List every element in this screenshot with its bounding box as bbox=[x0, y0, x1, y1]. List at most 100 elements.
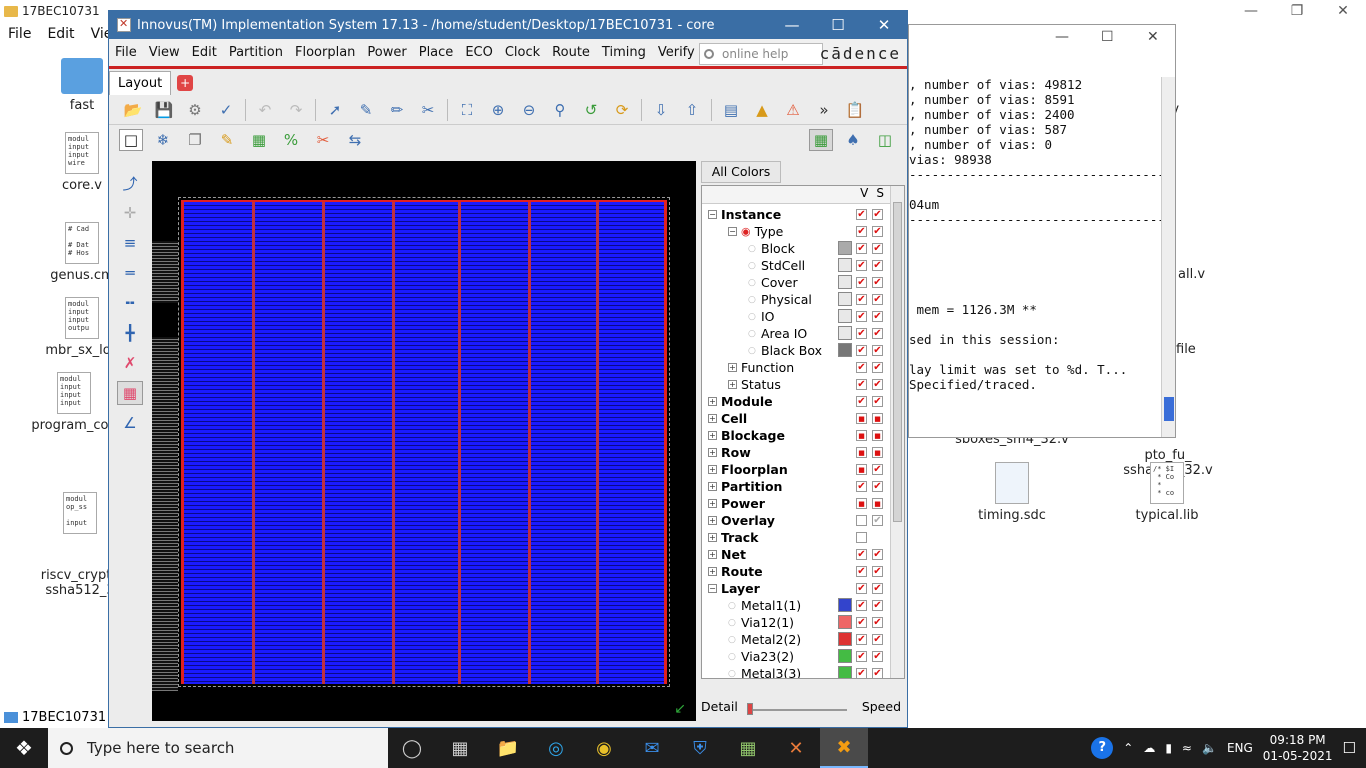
visible-checkbox[interactable] bbox=[856, 515, 867, 526]
close-icon[interactable]: ✕ bbox=[861, 11, 907, 39]
tree-row-layer[interactable]: − Layer ✔ ✔ bbox=[702, 580, 888, 597]
percent-icon[interactable]: % bbox=[279, 129, 303, 151]
visible-checkbox[interactable]: ✔ bbox=[856, 600, 867, 611]
clock[interactable]: 09:18 PM 01-05-2021 bbox=[1263, 732, 1333, 764]
radio-icon[interactable]: ○ bbox=[748, 346, 761, 356]
menu-partition[interactable]: Partition bbox=[223, 45, 289, 60]
visible-checkbox[interactable]: ✔ bbox=[856, 328, 867, 339]
tree-row-module[interactable]: + Module ✔ ✔ bbox=[702, 393, 888, 410]
measure-icon[interactable]: ∠ bbox=[117, 411, 143, 435]
menu-timing[interactable]: Timing bbox=[596, 45, 652, 60]
minimize-icon[interactable]: — bbox=[1228, 0, 1274, 22]
color-swatch[interactable] bbox=[838, 309, 852, 323]
color-palette-icon[interactable]: ▦ bbox=[809, 129, 833, 151]
visible-checkbox[interactable]: ■ bbox=[856, 430, 867, 441]
selectable-checkbox[interactable]: ✔ bbox=[872, 515, 883, 526]
cut-wire-icon[interactable]: ✗ bbox=[117, 351, 143, 375]
columns-icon[interactable]: ◫ bbox=[873, 129, 897, 151]
security-icon[interactable]: ⛨ bbox=[676, 728, 724, 768]
tree-row-io[interactable]: ○ IO ✔ ✔ bbox=[702, 308, 888, 325]
tree-row-status[interactable]: + Status ✔ ✔ bbox=[702, 376, 888, 393]
tree-row-overlay[interactable]: + Overlay ✔ bbox=[702, 512, 888, 529]
log-titlebar[interactable]: — ☐ ✕ bbox=[909, 25, 1175, 51]
expand-icon[interactable]: + bbox=[708, 414, 717, 423]
layout-view-icon[interactable]: ▤ bbox=[719, 99, 743, 121]
color-swatch[interactable] bbox=[838, 598, 852, 612]
expand-icon[interactable]: + bbox=[708, 533, 717, 542]
cut-icon[interactable]: ✂ bbox=[311, 129, 335, 151]
stretch-icon[interactable]: ⇆ bbox=[343, 129, 367, 151]
visible-checkbox[interactable]: ✔ bbox=[856, 277, 867, 288]
color-swatch[interactable] bbox=[838, 666, 852, 678]
color-swatch[interactable] bbox=[838, 649, 852, 663]
visible-checkbox[interactable]: ■ bbox=[856, 498, 867, 509]
scroll-thumb[interactable] bbox=[1164, 397, 1174, 421]
menu-power[interactable]: Power bbox=[361, 45, 412, 60]
visible-checkbox[interactable]: ✔ bbox=[856, 617, 867, 628]
route-tool-icon[interactable]: ✏ bbox=[385, 99, 409, 121]
menu-view[interactable]: View bbox=[143, 45, 186, 60]
tree-row-metal1-1-[interactable]: ○ Metal1(1) ✔ ✔ bbox=[702, 597, 888, 614]
crosshair-icon[interactable]: ✛ bbox=[117, 201, 143, 225]
wifi-icon[interactable]: ≈ bbox=[1182, 741, 1192, 755]
menu-edit[interactable]: Edit bbox=[186, 45, 223, 60]
detail-speed-slider[interactable] bbox=[747, 703, 847, 715]
spacing-icon[interactable]: ╋ bbox=[117, 321, 143, 345]
windows-start-icon[interactable]: ❖ bbox=[0, 728, 48, 768]
selectable-checkbox[interactable]: ✔ bbox=[872, 328, 883, 339]
file-icon-typical[interactable]: /* $I * Co * * co typical.lib bbox=[1117, 462, 1217, 523]
expand-icon[interactable]: + bbox=[708, 516, 717, 525]
visible-checkbox[interactable]: ✔ bbox=[856, 209, 867, 220]
color-swatch[interactable] bbox=[838, 292, 852, 306]
zoom-area-icon[interactable]: ⚲ bbox=[548, 99, 572, 121]
x-server-icon[interactable]: ✖ bbox=[820, 728, 868, 768]
move-up-icon[interactable]: ⇧ bbox=[680, 99, 704, 121]
selectable-checkbox[interactable]: ✔ bbox=[872, 481, 883, 492]
wire-edit-icon[interactable]: ⤴ bbox=[117, 171, 143, 195]
tree-row-area-io[interactable]: ○ Area IO ✔ ✔ bbox=[702, 325, 888, 342]
tree-row-power[interactable]: + Power ■ ■ bbox=[702, 495, 888, 512]
save-icon[interactable]: 💾 bbox=[152, 99, 176, 121]
selectable-checkbox[interactable]: ✔ bbox=[872, 226, 883, 237]
delete-tool-icon[interactable]: ✂ bbox=[416, 99, 440, 121]
radio-icon[interactable]: ○ bbox=[748, 312, 761, 322]
mail-icon[interactable]: ✉ bbox=[628, 728, 676, 768]
cloud-icon[interactable]: ☁ bbox=[1143, 741, 1155, 755]
menu-clock[interactable]: Clock bbox=[499, 45, 546, 60]
all-colors-button[interactable]: All Colors bbox=[701, 161, 781, 183]
visible-checkbox[interactable]: ✔ bbox=[856, 583, 867, 594]
menu-file[interactable]: File bbox=[0, 24, 39, 44]
visible-checkbox[interactable]: ✔ bbox=[856, 243, 867, 254]
expand-icon[interactable]: + bbox=[708, 431, 717, 440]
tab-layout[interactable]: Layout bbox=[109, 71, 172, 95]
visible-checkbox[interactable]: ✔ bbox=[856, 481, 867, 492]
close-icon[interactable]: ✕ bbox=[1147, 29, 1159, 45]
log-scrollbar[interactable] bbox=[1161, 77, 1175, 437]
tree-row-track[interactable]: + Track bbox=[702, 529, 888, 546]
ruler-icon[interactable]: ✎ bbox=[215, 129, 239, 151]
minimize-icon[interactable]: — bbox=[1055, 29, 1069, 45]
tree-row-via12-1-[interactable]: ○ Via12(1) ✔ ✔ bbox=[702, 614, 888, 631]
color-swatch[interactable] bbox=[838, 258, 852, 272]
selectable-checkbox[interactable]: ■ bbox=[872, 447, 883, 458]
group-icon[interactable]: ♠ bbox=[841, 129, 865, 151]
copy-icon[interactable]: ❐ bbox=[183, 129, 207, 151]
selectable-checkbox[interactable]: ✔ bbox=[872, 260, 883, 271]
tree-row-instance[interactable]: − Instance ✔ ✔ bbox=[702, 206, 888, 223]
selectable-checkbox[interactable]: ✔ bbox=[872, 345, 883, 356]
visible-checkbox[interactable] bbox=[856, 532, 867, 543]
selectable-checkbox[interactable]: ✔ bbox=[872, 294, 883, 305]
selectable-checkbox[interactable]: ■ bbox=[872, 413, 883, 424]
tree-row-net[interactable]: + Net ✔ ✔ bbox=[702, 546, 888, 563]
battery-icon[interactable]: ▮ bbox=[1165, 741, 1172, 755]
maximize-icon[interactable]: ☐ bbox=[1101, 29, 1114, 45]
radio-icon[interactable]: ○ bbox=[748, 329, 761, 339]
visible-checkbox[interactable]: ■ bbox=[856, 464, 867, 475]
radio-icon[interactable]: ○ bbox=[748, 278, 761, 288]
visible-checkbox[interactable]: ✔ bbox=[856, 566, 867, 577]
visible-checkbox[interactable]: ✔ bbox=[856, 379, 867, 390]
align-h-icon[interactable]: ═ bbox=[117, 261, 143, 285]
zoom-fit-icon[interactable]: ⛶ bbox=[455, 99, 479, 121]
grid-icon[interactable]: ▦ bbox=[117, 381, 143, 405]
radio-icon[interactable]: ○ bbox=[748, 295, 761, 305]
